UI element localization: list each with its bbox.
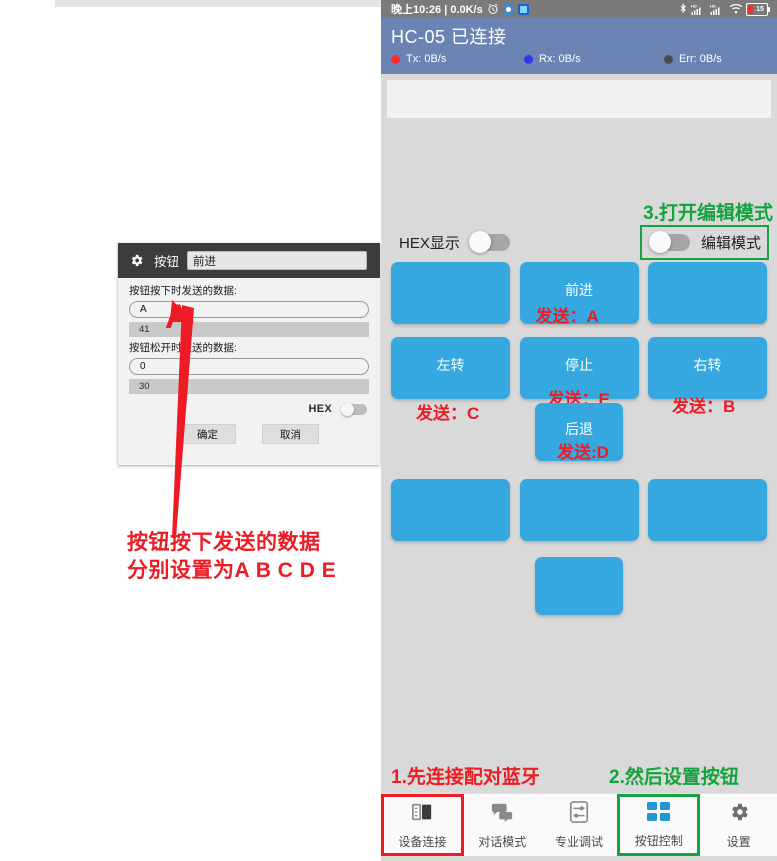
button-label: 右转 xyxy=(693,357,722,373)
wifi-icon xyxy=(729,3,743,15)
dialog-titlebar: 按钮 前进 xyxy=(118,243,380,278)
signal-2-icon: HD xyxy=(710,3,726,16)
nav-item-settings[interactable]: 设置 xyxy=(700,794,777,856)
gear-icon xyxy=(728,801,750,828)
dialog-title: 按钮 xyxy=(154,255,180,269)
control-button-stop[interactable]: 停止 发送：E xyxy=(519,337,639,409)
app-bar: HC-05 已连接 Tx: 0B/s Rx: 0B/s Err: 0B/s xyxy=(381,18,777,74)
edit-mode-toggle-group[interactable]: 编辑模式 xyxy=(639,224,769,260)
left-annotation-line2: 分别设置为A B C D E xyxy=(127,559,337,582)
left-annotation-text: 按钮按下发送的数据 分别设置为A B C D E xyxy=(127,529,336,585)
err-label: Err: 0B/s xyxy=(679,53,722,65)
device-connect-icon xyxy=(411,801,433,828)
status-bar-right: HD HD 15 xyxy=(678,2,770,16)
control-button-right[interactable]: 右转 发送：B xyxy=(648,337,767,416)
annotation-letter-a: A xyxy=(165,298,190,336)
hint-1-text: 1.先连接配对蓝牙 xyxy=(391,767,540,788)
hex-display-label: HEX显示 xyxy=(399,234,460,252)
toggle-knob xyxy=(468,230,491,253)
nav-item-button-control[interactable]: 按钮控制 xyxy=(617,794,701,856)
dialog-hex-toggle[interactable] xyxy=(341,402,367,416)
nav-label: 按钮控制 xyxy=(634,833,683,848)
signal-1-icon: HD xyxy=(691,3,707,16)
button-grid-row xyxy=(391,557,767,615)
hex-display-toggle[interactable] xyxy=(468,230,510,253)
traffic-stats-row: Tx: 0B/s Rx: 0B/s Err: 0B/s xyxy=(391,53,767,65)
nav-bottom-filler xyxy=(381,856,777,861)
button-grid-row: 左转 发送：C 停止 发送：E 右转 发送：B xyxy=(391,337,767,423)
press-data-label: 按钮按下时发送的数据: xyxy=(129,285,237,297)
nav-item-pro-debug[interactable]: 专业调试 xyxy=(541,794,618,856)
tx-stat: Tx: 0B/s xyxy=(391,53,524,65)
gear-icon xyxy=(129,253,144,268)
tx-label: Tx: 0B/s xyxy=(406,53,447,65)
button-label: 左转 xyxy=(436,357,465,373)
button-grid-row xyxy=(391,479,767,541)
rx-stat: Rx: 0B/s xyxy=(524,53,664,65)
send-tag-b: 发送：B xyxy=(672,397,736,416)
control-button[interactable] xyxy=(391,262,510,324)
tx-dot-icon xyxy=(391,54,400,64)
control-button-left[interactable]: 左转 发送：C xyxy=(391,337,510,423)
hint-2-text: 2.然后设置按钮 xyxy=(609,767,739,788)
annotation-arrow xyxy=(170,300,194,538)
phone-screenshot: 晚上10:26 | 0.0K/s HD HD 15 HC-05 已连接 Tx: … xyxy=(381,0,777,861)
control-button[interactable] xyxy=(648,262,767,324)
terminal-output[interactable] xyxy=(387,80,771,118)
window-top-edge xyxy=(55,0,381,7)
rx-label: Rx: 0B/s xyxy=(539,53,581,65)
app-icon xyxy=(517,3,529,15)
button-grid: 前进 发送：A 左转 发送：C 停止 发送：E 右转 发送：B 后退 发送:D xyxy=(381,262,777,615)
status-time-text: 晚上10:26 | 0.0K/s xyxy=(391,4,483,16)
err-stat: Err: 0B/s xyxy=(664,53,722,65)
button-label: 停止 xyxy=(565,357,593,373)
battery-icon: 15 xyxy=(746,2,770,16)
nav-label: 设置 xyxy=(726,834,751,849)
nav-item-device-connect[interactable]: 设备连接 xyxy=(381,794,464,856)
status-bar: 晚上10:26 | 0.0K/s HD HD 15 xyxy=(381,0,777,18)
nav-item-chat-mode[interactable]: 对话模式 xyxy=(464,794,541,856)
connection-title: HC-05 已连接 xyxy=(391,27,507,47)
dialog-hex-label: HEX xyxy=(308,403,332,415)
edit-mode-label: 编辑模式 xyxy=(700,234,761,252)
nav-label: 设备连接 xyxy=(398,834,447,849)
button-label: 后退 xyxy=(565,421,593,437)
bottom-navigation: 设备连接 对话模式 专业调试 按钮控制 设置 xyxy=(381,793,777,856)
edit-mode-toggle[interactable] xyxy=(648,230,690,253)
alarm-clock-icon xyxy=(487,3,499,15)
bluetooth-icon xyxy=(678,2,688,16)
battery-level-text: 15 xyxy=(756,5,764,13)
toggle-knob xyxy=(341,402,354,416)
button-name-input[interactable]: 前进 xyxy=(187,251,367,270)
left-annotation-line1: 按钮按下发送的数据 xyxy=(127,531,321,554)
send-tag-d: 发送:D xyxy=(557,443,609,462)
toggle-row: 3.打开编辑模式 HEX显示 编辑模式 xyxy=(381,203,777,262)
control-button[interactable] xyxy=(519,479,639,541)
status-bar-left: 晚上10:26 | 0.0K/s xyxy=(391,1,529,17)
control-button[interactable] xyxy=(391,479,510,541)
control-button[interactable] xyxy=(648,479,767,541)
rx-dot-icon xyxy=(524,54,533,64)
nav-label: 专业调试 xyxy=(554,834,603,849)
svg-text:HD: HD xyxy=(710,3,716,8)
control-button[interactable] xyxy=(535,557,623,615)
button-grid-row: 前进 发送：A xyxy=(391,262,767,326)
err-dot-icon xyxy=(664,54,673,64)
hex-display-toggle-group[interactable]: HEX显示 xyxy=(399,230,510,253)
send-tag-a: 发送：A xyxy=(535,307,599,326)
control-button-back[interactable]: 后退 发送:D xyxy=(535,403,623,462)
control-button-forward[interactable]: 前进 发送：A xyxy=(519,262,639,326)
button-label: 前进 xyxy=(565,282,593,298)
nav-label: 对话模式 xyxy=(478,834,527,849)
sliders-icon xyxy=(569,800,589,828)
chat-bubbles-icon xyxy=(490,801,514,828)
cancel-button[interactable]: 取消 xyxy=(262,424,319,444)
terminal-area xyxy=(381,74,777,118)
send-tag-c: 发送：C xyxy=(416,404,480,423)
hint-3-text: 3.打开编辑模式 xyxy=(643,203,773,224)
camera-icon xyxy=(502,3,514,15)
toggle-knob xyxy=(648,230,671,253)
grid-squares-icon xyxy=(646,801,671,827)
svg-text:HD: HD xyxy=(691,3,697,8)
